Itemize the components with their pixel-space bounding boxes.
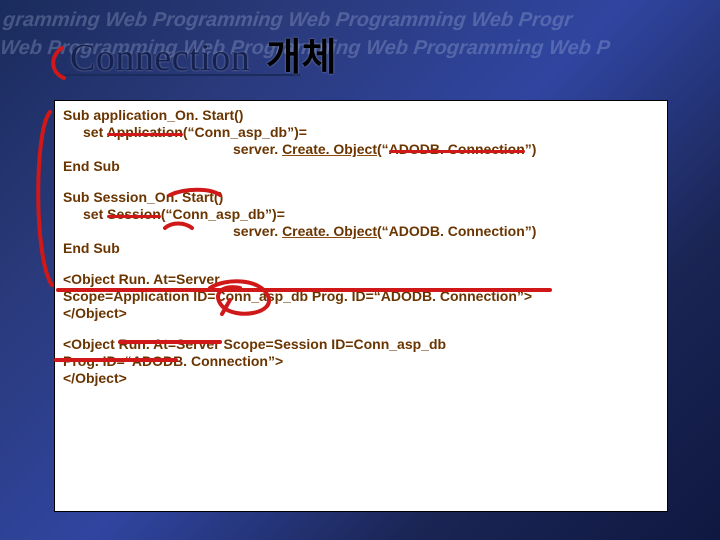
b2l3-u: Create. Object bbox=[282, 223, 377, 239]
b1-line3: server. Create. Object(“ADODB. Connectio… bbox=[63, 141, 659, 158]
b2-line1: Sub Session_On. Start() bbox=[63, 189, 659, 206]
code-block-4: <Object Run. At=Server Scope=Session ID=… bbox=[63, 336, 659, 387]
b1-line4: End Sub bbox=[63, 158, 659, 175]
b2-line3: server. Create. Object(“ADODB. Connectio… bbox=[63, 223, 659, 240]
b1-line2: set Application(“Conn_asp_db”)= bbox=[63, 124, 659, 141]
code-block-3: <Object Run. At=Server Scope=Application… bbox=[63, 271, 659, 322]
b1l3-strike: ADODB. Connection bbox=[389, 141, 525, 157]
b3-line1: <Object Run. At=Server bbox=[63, 271, 659, 288]
code-panel: Sub application_On. Start() set Applicat… bbox=[54, 100, 668, 512]
b2l2-strike: Session bbox=[107, 206, 161, 222]
b4-line3: </Object> bbox=[63, 370, 659, 387]
b2l3-post: (“ADODB. Connection”) bbox=[377, 223, 536, 239]
b3-line3: </Object> bbox=[63, 305, 659, 322]
b4-line2: Prog. ID=“ADODB. Connection”> bbox=[63, 353, 659, 370]
b4-line1: <Object Run. At=Server Scope=Session ID=… bbox=[63, 336, 659, 353]
b2-line2: set Session(“Conn_asp_db”)= bbox=[63, 206, 659, 223]
b1l3-u: Create. Object bbox=[282, 141, 377, 157]
b1l2-pre: set bbox=[83, 124, 107, 140]
b1l3-pre: server. bbox=[233, 141, 282, 157]
b1l2-post: (“Conn_asp_db”)= bbox=[183, 124, 307, 140]
title-eng: Connection bbox=[70, 37, 250, 79]
b2l2-post: (“Conn_asp_db”)= bbox=[161, 206, 285, 222]
b1l2-strike: Application bbox=[107, 124, 183, 140]
code-block-2: Sub Session_On. Start() set Session(“Con… bbox=[63, 189, 659, 257]
b1-line1: Sub application_On. Start() bbox=[63, 107, 659, 124]
title-kor: 개체 bbox=[266, 37, 337, 79]
b2l3-pre: server. bbox=[233, 223, 282, 239]
b1l3-pa: (“ bbox=[377, 141, 389, 157]
page-title: Connection 개체 bbox=[70, 26, 337, 81]
b2l2-pre: set bbox=[83, 206, 107, 222]
code-block-1: Sub application_On. Start() set Applicat… bbox=[63, 107, 659, 175]
b2-line4: End Sub bbox=[63, 240, 659, 257]
b3-line2: Scope=Application ID=Conn_asp_db Prog. I… bbox=[63, 288, 659, 305]
b1l3-pb: ”) bbox=[525, 141, 537, 157]
